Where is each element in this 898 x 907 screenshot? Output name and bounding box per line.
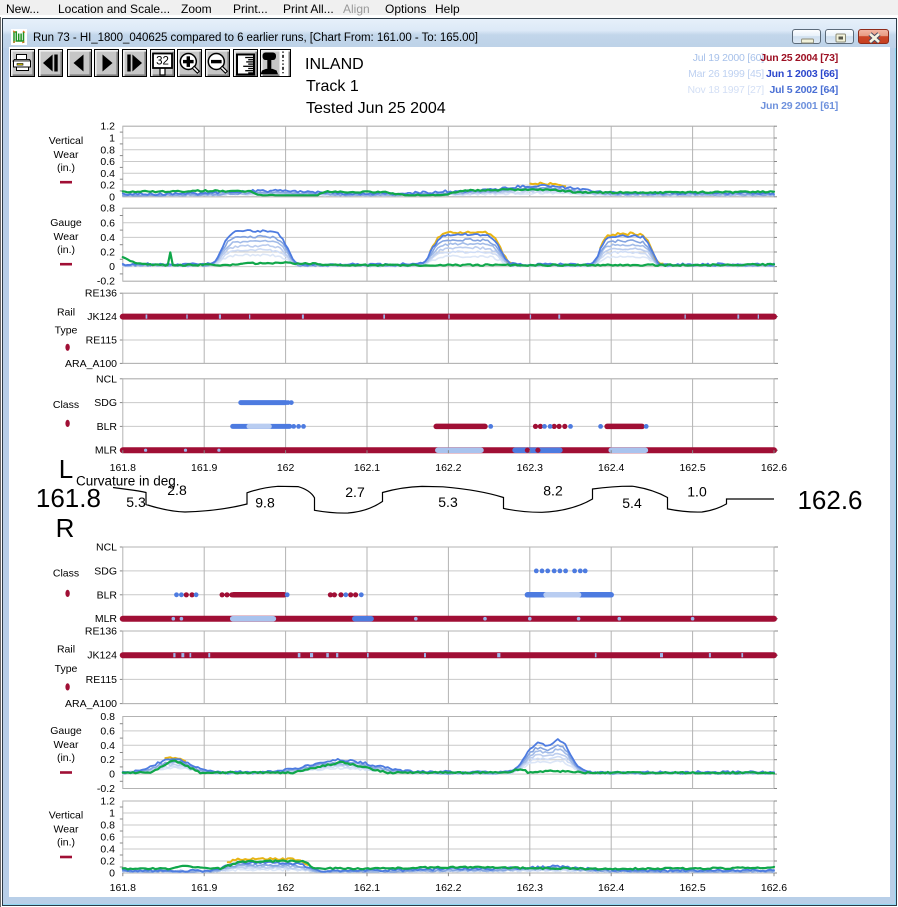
svg-text:32: 32 xyxy=(156,56,169,68)
